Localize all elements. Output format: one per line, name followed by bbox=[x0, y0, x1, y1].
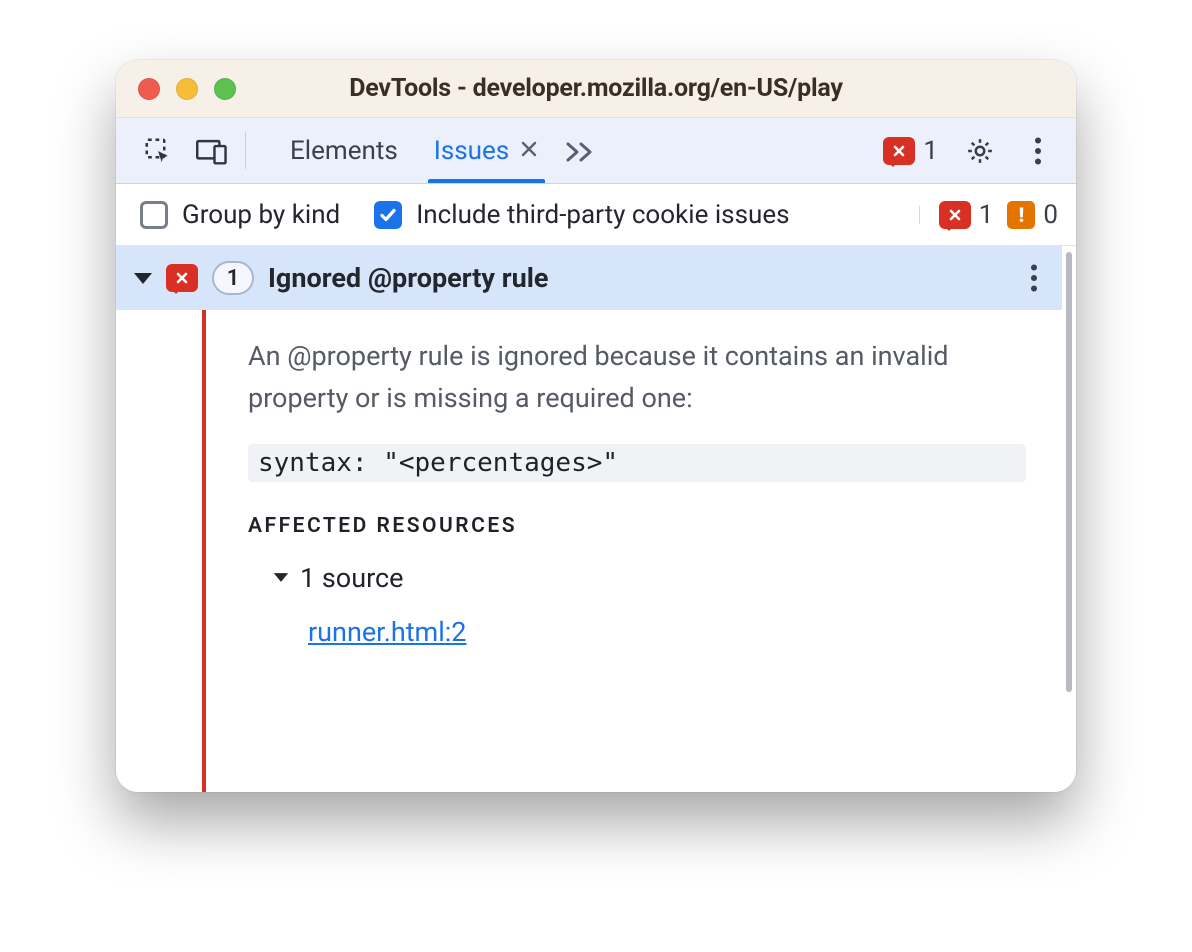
filter-warning-count: 0 bbox=[1043, 200, 1058, 230]
close-icon[interactable] bbox=[519, 137, 539, 165]
issues-filter-bar: Group by kind Include third-party cookie… bbox=[116, 184, 1076, 246]
error-icon bbox=[883, 137, 915, 165]
error-icon bbox=[166, 264, 198, 292]
include-third-party-label: Include third-party cookie issues bbox=[416, 200, 789, 230]
issue-more-menu[interactable] bbox=[1018, 262, 1050, 294]
issue-code-snippet: syntax: "<percentages>" bbox=[248, 444, 1026, 482]
devtools-toolbar: Elements Issues bbox=[116, 118, 1076, 184]
vertical-scrollbar[interactable] bbox=[1062, 246, 1076, 792]
severity-bar bbox=[202, 310, 206, 792]
warning-icon: ! bbox=[1007, 201, 1035, 229]
source-link[interactable]: runner.html:2 bbox=[308, 616, 466, 648]
window-close[interactable] bbox=[138, 78, 160, 100]
tab-elements-label: Elements bbox=[290, 136, 398, 166]
issue-title: Ignored @property rule bbox=[268, 262, 548, 294]
scrollbar-thumb[interactable] bbox=[1066, 252, 1072, 692]
tab-issues[interactable]: Issues bbox=[418, 118, 555, 183]
filter-warning-indicator[interactable]: ! 0 bbox=[1007, 200, 1058, 230]
window-max[interactable] bbox=[214, 78, 236, 100]
group-by-kind-label: Group by kind bbox=[182, 200, 340, 230]
tab-issues-label: Issues bbox=[434, 136, 509, 166]
issue-row[interactable]: 1 Ignored @property rule bbox=[116, 246, 1062, 310]
overflow-tabs-button[interactable] bbox=[559, 118, 599, 183]
issue-count-pill: 1 bbox=[212, 261, 254, 295]
source-count-row[interactable]: 1 source bbox=[272, 562, 1026, 594]
inspect-element-icon[interactable] bbox=[142, 135, 174, 167]
tab-elements[interactable]: Elements bbox=[274, 118, 414, 183]
source-count-label: 1 source bbox=[300, 562, 403, 594]
toolbar-error-count: 1 bbox=[923, 136, 938, 166]
include-third-party-checkbox[interactable] bbox=[374, 201, 402, 229]
filter-error-indicator[interactable]: 1 bbox=[939, 200, 994, 230]
traffic-lights bbox=[138, 78, 236, 100]
settings-button[interactable] bbox=[964, 135, 996, 167]
devtools-window: DevTools - developer.mozilla.org/en-US/p… bbox=[116, 60, 1076, 792]
more-menu-button[interactable] bbox=[1022, 135, 1054, 167]
window-minimize[interactable] bbox=[176, 78, 198, 100]
group-by-kind-checkbox[interactable] bbox=[140, 201, 168, 229]
window-titlebar: DevTools - developer.mozilla.org/en-US/p… bbox=[116, 60, 1076, 118]
toolbar-error-indicator[interactable]: 1 bbox=[883, 136, 938, 166]
filter-error-count: 1 bbox=[979, 200, 994, 230]
expand-triangle-icon bbox=[134, 273, 152, 284]
error-icon bbox=[939, 201, 971, 229]
window-title: DevTools - developer.mozilla.org/en-US/p… bbox=[349, 74, 843, 103]
device-toolbar-icon[interactable] bbox=[196, 135, 228, 167]
issue-description: An @property rule is ignored because it … bbox=[248, 336, 1026, 420]
affected-resources-label: AFFECTED RESOURCES bbox=[248, 514, 1026, 538]
issue-detail: An @property rule is ignored because it … bbox=[116, 310, 1062, 792]
expand-triangle-icon bbox=[274, 573, 288, 582]
